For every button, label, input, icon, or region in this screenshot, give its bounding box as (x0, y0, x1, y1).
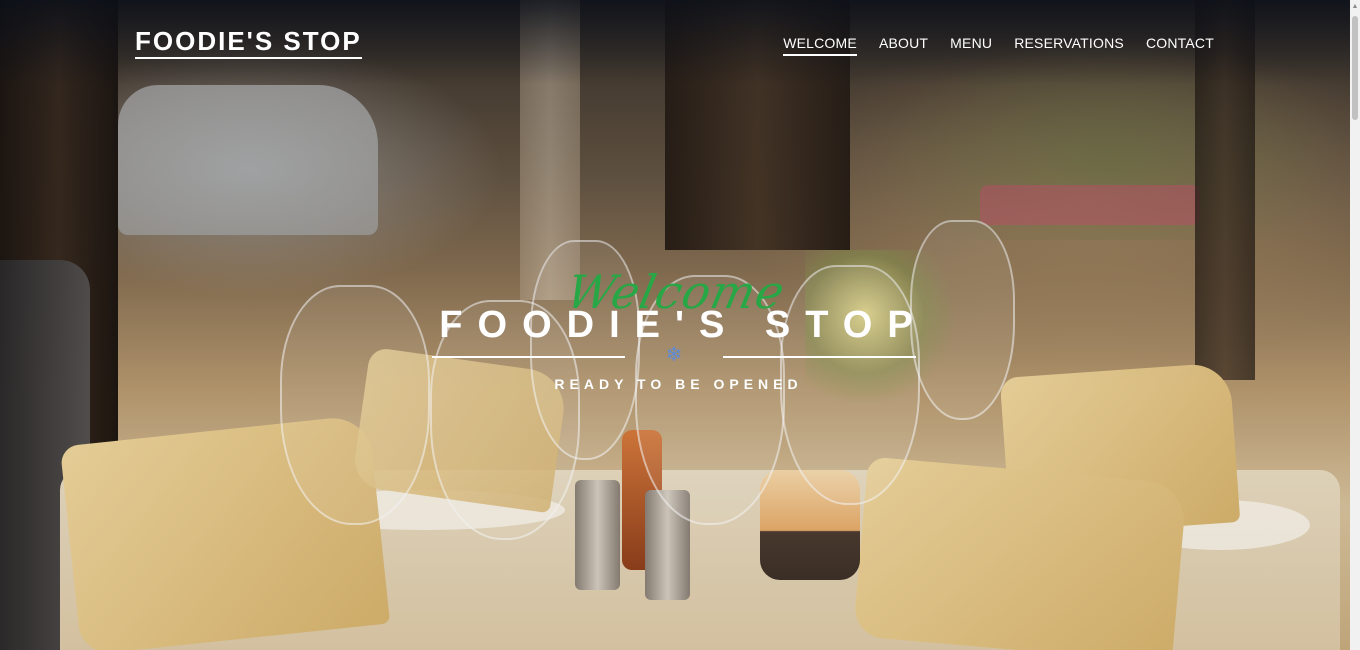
nav-contact[interactable]: CONTACT (1146, 35, 1214, 56)
nav-welcome[interactable]: WELCOME (783, 35, 857, 56)
hero-divider-right (723, 356, 916, 358)
hero-title: FOODIE'S STOP (439, 304, 928, 346)
scroll-up-arrow-icon[interactable]: ▲ (1351, 2, 1359, 12)
hero-section: FOODIE'S STOP WELCOME ABOUT MENU RESERVA… (0, 0, 1360, 650)
hero-tagline: READY TO BE OPENED (554, 376, 803, 392)
nav-menu[interactable]: MENU (950, 35, 992, 56)
page-scrollbar[interactable]: ▲ (1350, 0, 1360, 650)
site-header: FOODIE'S STOP WELCOME ABOUT MENU RESERVA… (0, 0, 1360, 90)
scrollbar-thumb[interactable] (1352, 16, 1358, 120)
snowflake-icon: ❄ (665, 344, 683, 366)
hero-divider-left (432, 356, 625, 358)
site-logo[interactable]: FOODIE'S STOP (135, 27, 362, 59)
nav-about[interactable]: ABOUT (879, 35, 928, 56)
nav-reservations[interactable]: RESERVATIONS (1014, 35, 1124, 56)
main-nav: WELCOME ABOUT MENU RESERVATIONS CONTACT (783, 35, 1214, 56)
